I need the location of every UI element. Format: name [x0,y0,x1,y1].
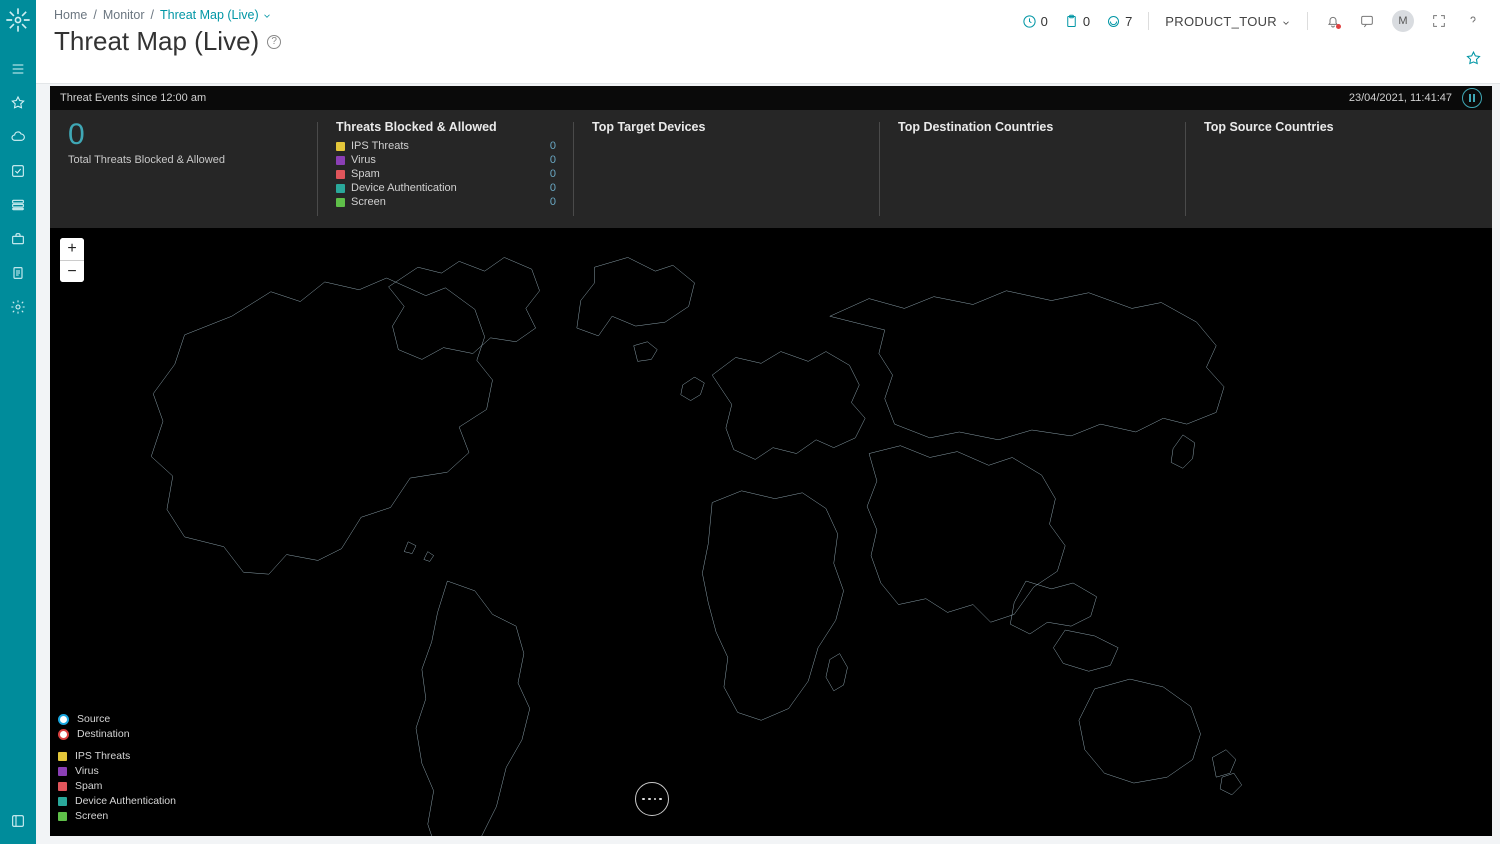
header-ring-stat[interactable]: 7 [1106,14,1132,29]
nav-document-icon[interactable] [0,256,36,290]
header-actions: 0 0 7 PRODUCT_TOUR M [1022,10,1482,32]
destination-dot-icon [58,729,69,740]
help-icon[interactable]: ? [267,35,281,49]
header-clipboard-stat[interactable]: 0 [1064,14,1090,29]
total-threat-count: 0 [68,120,300,150]
events-timestamp: 23/04/2021, 11:41:47 [1349,92,1452,104]
top-target-devices-col: Top Target Devices [574,110,880,228]
threat-value: 0 [538,168,556,180]
legend-threat-label: Spam [75,780,102,792]
chevron-down-icon [262,10,272,20]
nav-check-icon[interactable] [0,154,36,188]
nav-cloud-icon[interactable] [0,120,36,154]
legend-source: Source [58,713,176,725]
threats-blocked-title: Threats Blocked & Allowed [336,120,556,134]
header-clock-stat[interactable]: 0 [1022,14,1048,29]
threat-row: Virus0 [336,154,556,166]
ring-icon [1106,14,1121,29]
nav-list-icon[interactable] [0,52,36,86]
threats-blocked-col: Threats Blocked & Allowed IPS Threats0Vi… [318,110,574,228]
legend-threat-label: Device Authentication [75,795,176,807]
breadcrumb-home[interactable]: Home [54,8,87,22]
world-map-svg [50,228,1492,836]
nav-storage-icon[interactable] [0,188,36,222]
top-source-countries-col: Top Source Countries [1186,110,1492,228]
app-logo[interactable] [4,6,32,34]
left-sidebar [0,0,36,844]
top-destination-countries-col: Top Destination Countries [880,110,1186,228]
nav-collapse-icon[interactable] [0,804,36,838]
legend-threat-label: Screen [75,810,108,822]
nav-briefcase-icon[interactable] [0,222,36,256]
threat-value: 0 [538,182,556,194]
pause-icon [1469,94,1476,102]
threat-row: IPS Threats0 [336,140,556,152]
product-menu[interactable]: PRODUCT_TOUR [1165,14,1291,29]
breadcrumb-current[interactable]: Threat Map (Live) [160,8,272,22]
events-since-bar: Threat Events since 12:00 am 23/04/2021,… [50,86,1492,110]
threat-swatch [336,156,345,165]
threat-name: Device Authentication [351,182,538,194]
threat-swatch [336,142,345,151]
expand-icon[interactable] [1430,12,1448,30]
legend-threat-row: Screen [58,810,176,822]
legend-threat-row: IPS Threats [58,750,176,762]
pause-button[interactable] [1462,88,1482,108]
legend-swatch [58,752,67,761]
threat-value: 0 [538,154,556,166]
events-since-label: Threat Events since 12:00 am [60,92,206,104]
legend-swatch [58,782,67,791]
chevron-down-icon [1281,16,1291,26]
notification-dot [1336,24,1341,29]
legend-threat-row: Device Authentication [58,795,176,807]
ellipsis-icon [642,798,661,801]
nav-gear-icon[interactable] [0,290,36,324]
legend-destination: Destination [58,728,176,740]
threat-swatch [336,198,345,207]
threat-name: Spam [351,168,538,180]
source-dot-icon [58,714,69,725]
threat-swatch [336,184,345,193]
legend-threat-row: Virus [58,765,176,777]
threat-type-list: IPS Threats0Virus0Spam0Device Authentica… [336,140,556,208]
threat-value: 0 [538,140,556,152]
threat-swatch [336,170,345,179]
threat-row: Device Authentication0 [336,182,556,194]
page-header: Home / Monitor / Threat Map (Live) Threa… [36,0,1500,84]
legend-threat-row: Spam [58,780,176,792]
stats-strip: 0 Total Threats Blocked & Allowed Threat… [50,110,1492,228]
breadcrumb-monitor[interactable]: Monitor [103,8,145,22]
chat-icon[interactable] [1358,12,1376,30]
map-more-button[interactable] [635,782,669,816]
nav-star-icon[interactable] [0,86,36,120]
legend-threat-label: Virus [75,765,99,777]
total-threats-col: 0 Total Threats Blocked & Allowed [50,110,318,228]
clock-icon [1022,14,1037,29]
user-avatar[interactable]: M [1392,10,1414,32]
map-legend: Source Destination IPS Threats Virus Spam D… [58,713,176,828]
threat-value: 0 [538,196,556,208]
threat-name: Virus [351,154,538,166]
total-threat-label: Total Threats Blocked & Allowed [68,154,300,166]
threat-map-panel: Threat Events since 12:00 am 23/04/2021,… [50,86,1492,836]
threat-row: Spam0 [336,168,556,180]
clipboard-icon [1064,14,1079,29]
threat-row: Screen0 [336,196,556,208]
threat-name: Screen [351,196,538,208]
page-title: Threat Map (Live) ? [54,26,281,57]
legend-swatch [58,767,67,776]
notifications-icon[interactable] [1324,12,1342,30]
legend-threat-label: IPS Threats [75,750,130,762]
legend-swatch [58,797,67,806]
favorite-star-icon[interactable] [1465,50,1482,72]
world-map[interactable]: + − [50,228,1492,836]
threat-name: IPS Threats [351,140,538,152]
help-icon[interactable] [1464,12,1482,30]
legend-swatch [58,812,67,821]
